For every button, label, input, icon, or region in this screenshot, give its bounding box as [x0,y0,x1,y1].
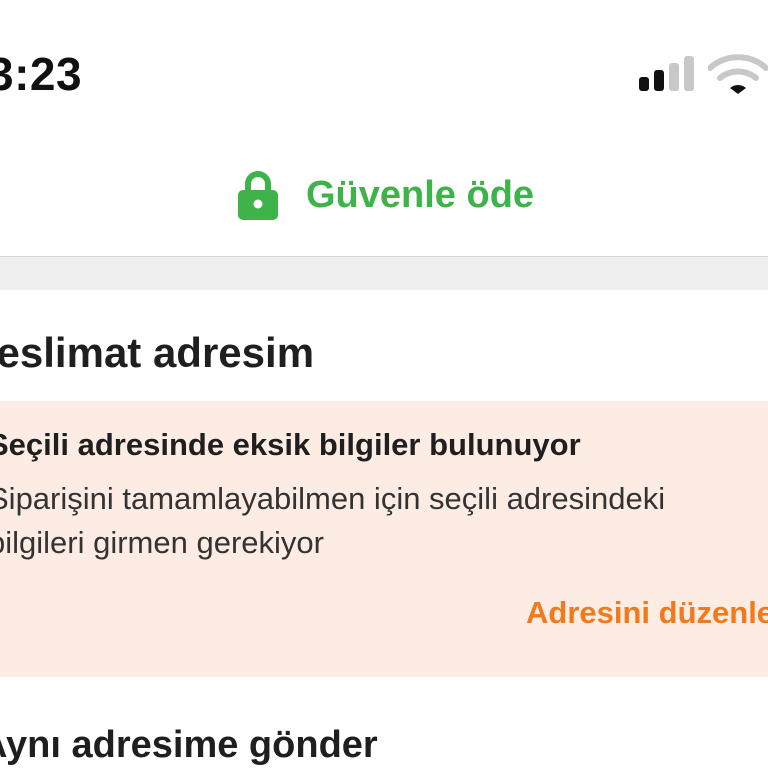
status-bar-time: 3:23 [0,48,83,100]
secure-checkout-header: Güvenle öde [0,140,768,257]
address-section-title: Teslimat adresim [0,329,315,376]
warning-title: Seçili adresinde eksik bilgiler bulunuyo… [0,427,581,462]
section-divider [0,257,768,290]
warning-message-line: bilgileri girmen gerekiyor [0,525,324,560]
missing-info-warning: Seçili adresinde eksik bilgiler bulunuyo… [0,401,768,677]
checkout-screen: 3:23 Güvenle öde Teslimat adresim Seçili… [0,0,768,768]
edit-address-link[interactable]: Adresini düzenle [526,593,768,633]
lock-icon [236,170,280,220]
warning-message: Siparişini tamamlayabilmen için seçili a… [0,477,768,565]
wifi-icon [708,52,768,96]
ship-to-same-address-title[interactable]: Aynı adresime gönder [0,722,378,768]
cellular-signal-icon [639,55,695,91]
warning-message-line: Siparişini tamamlayabilmen için seçili a… [0,481,666,516]
page-title: Güvenle öde [306,174,535,216]
